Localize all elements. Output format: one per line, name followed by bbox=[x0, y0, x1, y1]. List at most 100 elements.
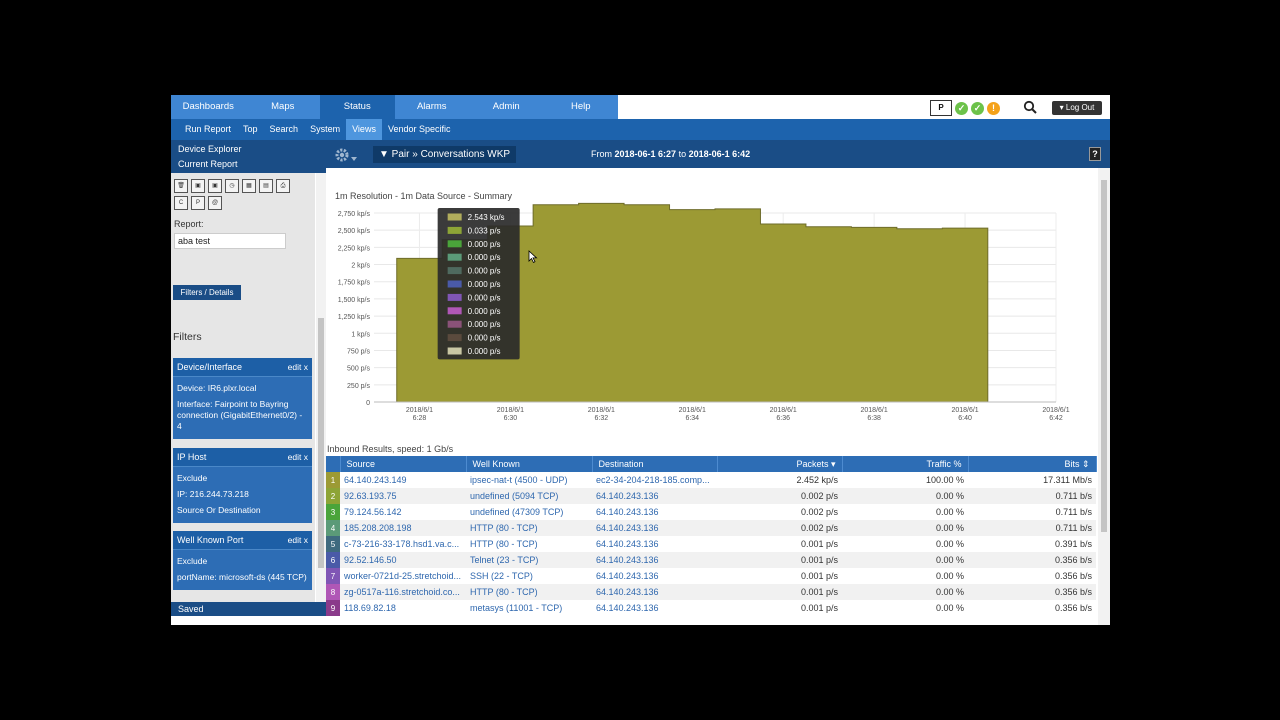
well-known-cell[interactable]: undefined (47309 TCP) bbox=[466, 504, 592, 520]
traffic-chart[interactable]: 0 250 p/s 500 p/s 750 p/s 1 kp/s 1,250 kp/s 1,… bbox=[326, 195, 1096, 435]
source-cell[interactable]: 92.52.146.50 bbox=[340, 552, 466, 568]
destination-cell[interactable]: 64.140.243.136 bbox=[592, 568, 717, 584]
scroll-thumb[interactable] bbox=[1101, 180, 1107, 532]
warning-icon[interactable]: ! bbox=[987, 101, 1000, 115]
tab-status[interactable]: Status bbox=[320, 95, 395, 119]
remove-filter-button[interactable]: x bbox=[304, 362, 308, 372]
edit-link[interactable]: edit bbox=[288, 452, 302, 462]
well-known-cell[interactable]: Telnet (23 - TCP) bbox=[466, 552, 592, 568]
source-cell[interactable]: worker-0721d-25.stretchoid... bbox=[340, 568, 466, 584]
subtab-views[interactable]: Views bbox=[346, 119, 382, 140]
tab-help[interactable]: Help bbox=[544, 95, 619, 119]
destination-cell[interactable]: 64.140.243.136 bbox=[592, 488, 717, 504]
col-well-known-header[interactable]: Well Known bbox=[466, 456, 593, 472]
pdf-icon[interactable]: P bbox=[191, 196, 205, 210]
table-row[interactable]: 1 64.140.243.149 ipsec-nat-t (4500 - UDP) e… bbox=[326, 472, 1096, 488]
table-row[interactable]: 7 worker-0721d-25.stretchoid... SSH (22 - … bbox=[326, 568, 1096, 584]
col-bits-header[interactable]: Bits ⇕ bbox=[968, 456, 1097, 472]
print-icon[interactable]: ⎙ bbox=[276, 179, 290, 193]
save-as-icon[interactable]: ▣ bbox=[208, 179, 222, 193]
poller-icon[interactable]: P bbox=[930, 100, 952, 116]
logout-button[interactable]: ▾ Log Out bbox=[1052, 101, 1102, 115]
subtab-system[interactable]: System bbox=[304, 119, 346, 140]
well-known-cell[interactable]: HTTP (80 - TCP) bbox=[466, 536, 592, 552]
well-known-cell[interactable]: undefined (5094 TCP) bbox=[466, 488, 592, 504]
tab-admin[interactable]: Admin bbox=[469, 95, 544, 119]
remove-filter-button[interactable]: x bbox=[304, 452, 308, 462]
table-row[interactable]: 9 118.69.82.18 metasys (11001 - TCP) 64.140… bbox=[326, 600, 1096, 616]
grid-icon[interactable]: ▦ bbox=[242, 179, 256, 193]
help-icon[interactable]: ? bbox=[1089, 147, 1101, 161]
table-row[interactable]: 8 zg-0517a-116.stretchoid.co... HTTP (80 -… bbox=[326, 584, 1096, 600]
tooltip-swatch bbox=[447, 347, 462, 355]
x-tick-label: 2018/6/1 6:42 bbox=[1042, 407, 1069, 422]
destination-cell[interactable]: 64.140.243.136 bbox=[592, 536, 717, 552]
subtab-vendor-specific[interactable]: Vendor Specific bbox=[382, 119, 457, 140]
source-cell[interactable]: 64.140.243.149 bbox=[340, 472, 466, 488]
subtab-top[interactable]: Top bbox=[237, 119, 264, 140]
clock-icon[interactable]: ◷ bbox=[225, 179, 239, 193]
subtab-run-report[interactable]: Run Report bbox=[179, 119, 237, 140]
saved-section[interactable]: Saved bbox=[171, 602, 326, 616]
sidebar-header: Device Explorer Current Report bbox=[171, 140, 326, 173]
view-selector-button[interactable]: ▼ Pair » Conversations WKP bbox=[373, 146, 517, 163]
report-name-input[interactable]: aba test bbox=[174, 233, 286, 249]
well-known-cell[interactable]: metasys (11001 - TCP) bbox=[466, 600, 592, 616]
status-ok-icon[interactable]: ✓ bbox=[971, 101, 984, 115]
save-icon[interactable]: ▣ bbox=[191, 179, 205, 193]
status-ok-icon[interactable]: ✓ bbox=[955, 101, 968, 115]
bits-cell: 0.356 b/s bbox=[1054, 603, 1092, 613]
filter-card-actions: edit x bbox=[288, 448, 308, 466]
edit-link[interactable]: edit bbox=[288, 362, 302, 372]
filters-details-button[interactable]: Filters / Details bbox=[173, 285, 241, 300]
col-source-header[interactable]: Source bbox=[340, 456, 467, 472]
destination-cell[interactable]: 64.140.243.136 bbox=[592, 520, 717, 536]
gear-icon[interactable] bbox=[332, 145, 358, 165]
source-cell[interactable]: 185.208.208.198 bbox=[340, 520, 466, 536]
from-time[interactable]: 2018-06-1 6:27 bbox=[615, 149, 677, 159]
destination-cell[interactable]: 64.140.243.136 bbox=[592, 600, 717, 616]
source-cell[interactable]: 118.69.82.18 bbox=[340, 600, 466, 616]
y-tick-label: 2 kp/s bbox=[351, 263, 370, 270]
source-cell[interactable]: 79.124.56.142 bbox=[340, 504, 466, 520]
packets-cell: 0.002 p/s bbox=[800, 507, 838, 517]
table-row[interactable]: 3 79.124.56.142 undefined (47309 TCP) 64.14… bbox=[326, 504, 1096, 520]
table-row[interactable]: 6 92.52.146.50 Telnet (23 - TCP) 64.140.243… bbox=[326, 552, 1096, 568]
sidebar-panel: 🗑 ▣ ▣ ◷ ▦ ▤ ⎙ C P @ Report: aba test Fil… bbox=[171, 173, 315, 610]
source-cell[interactable]: c-73-216-33-178.hsd1.va.c... bbox=[340, 536, 466, 552]
delete-icon[interactable]: 🗑 bbox=[174, 179, 188, 193]
table-row[interactable]: 5 c-73-216-33-178.hsd1.va.c... HTTP (80 - … bbox=[326, 536, 1096, 552]
well-known-cell[interactable]: ipsec-nat-t (4500 - UDP) bbox=[466, 472, 592, 488]
tab-dashboards[interactable]: Dashboards bbox=[171, 95, 246, 119]
search-icon[interactable] bbox=[1023, 100, 1037, 114]
subtab-search[interactable]: Search bbox=[264, 119, 305, 140]
destination-cell[interactable]: 64.140.243.136 bbox=[592, 552, 717, 568]
email-icon[interactable]: @ bbox=[208, 196, 222, 210]
remove-filter-button[interactable]: x bbox=[304, 535, 308, 545]
source-cell[interactable]: zg-0517a-116.stretchoid.co... bbox=[340, 584, 466, 600]
current-report-link[interactable]: Current Report bbox=[178, 159, 238, 169]
source-cell[interactable]: 92.63.193.75 bbox=[340, 488, 466, 504]
to-time[interactable]: 2018-06-1 6:42 bbox=[689, 149, 751, 159]
destination-cell[interactable]: 64.140.243.136 bbox=[592, 504, 717, 520]
col-packets-header[interactable]: Packets ▾ bbox=[717, 456, 843, 472]
table-row[interactable]: 4 185.208.208.198 HTTP (80 - TCP) 64.140.24… bbox=[326, 520, 1096, 536]
top-nav: Dashboards Maps Status Alarms Admin Help P ✓ … bbox=[171, 95, 1110, 119]
main-scrollbar[interactable] bbox=[1098, 168, 1110, 625]
edit-link[interactable]: edit bbox=[288, 535, 302, 545]
tab-alarms[interactable]: Alarms bbox=[395, 95, 470, 119]
table-row[interactable]: 2 92.63.193.75 undefined (5094 TCP) 64.140.… bbox=[326, 488, 1096, 504]
sidebar-scrollbar[interactable] bbox=[316, 173, 326, 610]
col-destination-header[interactable]: Destination bbox=[592, 456, 718, 472]
device-explorer-link[interactable]: Device Explorer bbox=[178, 144, 242, 154]
scroll-thumb[interactable] bbox=[318, 318, 324, 568]
tab-maps[interactable]: Maps bbox=[246, 95, 321, 119]
destination-cell[interactable]: ec2-34-204-218-185.comp... bbox=[592, 472, 717, 488]
well-known-cell[interactable]: HTTP (80 - TCP) bbox=[466, 520, 592, 536]
destination-cell[interactable]: 64.140.243.136 bbox=[592, 584, 717, 600]
well-known-cell[interactable]: HTTP (80 - TCP) bbox=[466, 584, 592, 600]
well-known-cell[interactable]: SSH (22 - TCP) bbox=[466, 568, 592, 584]
layout-icon[interactable]: ▤ bbox=[259, 179, 273, 193]
csv-icon[interactable]: C bbox=[174, 196, 188, 210]
col-traffic-header[interactable]: Traffic % bbox=[842, 456, 969, 472]
